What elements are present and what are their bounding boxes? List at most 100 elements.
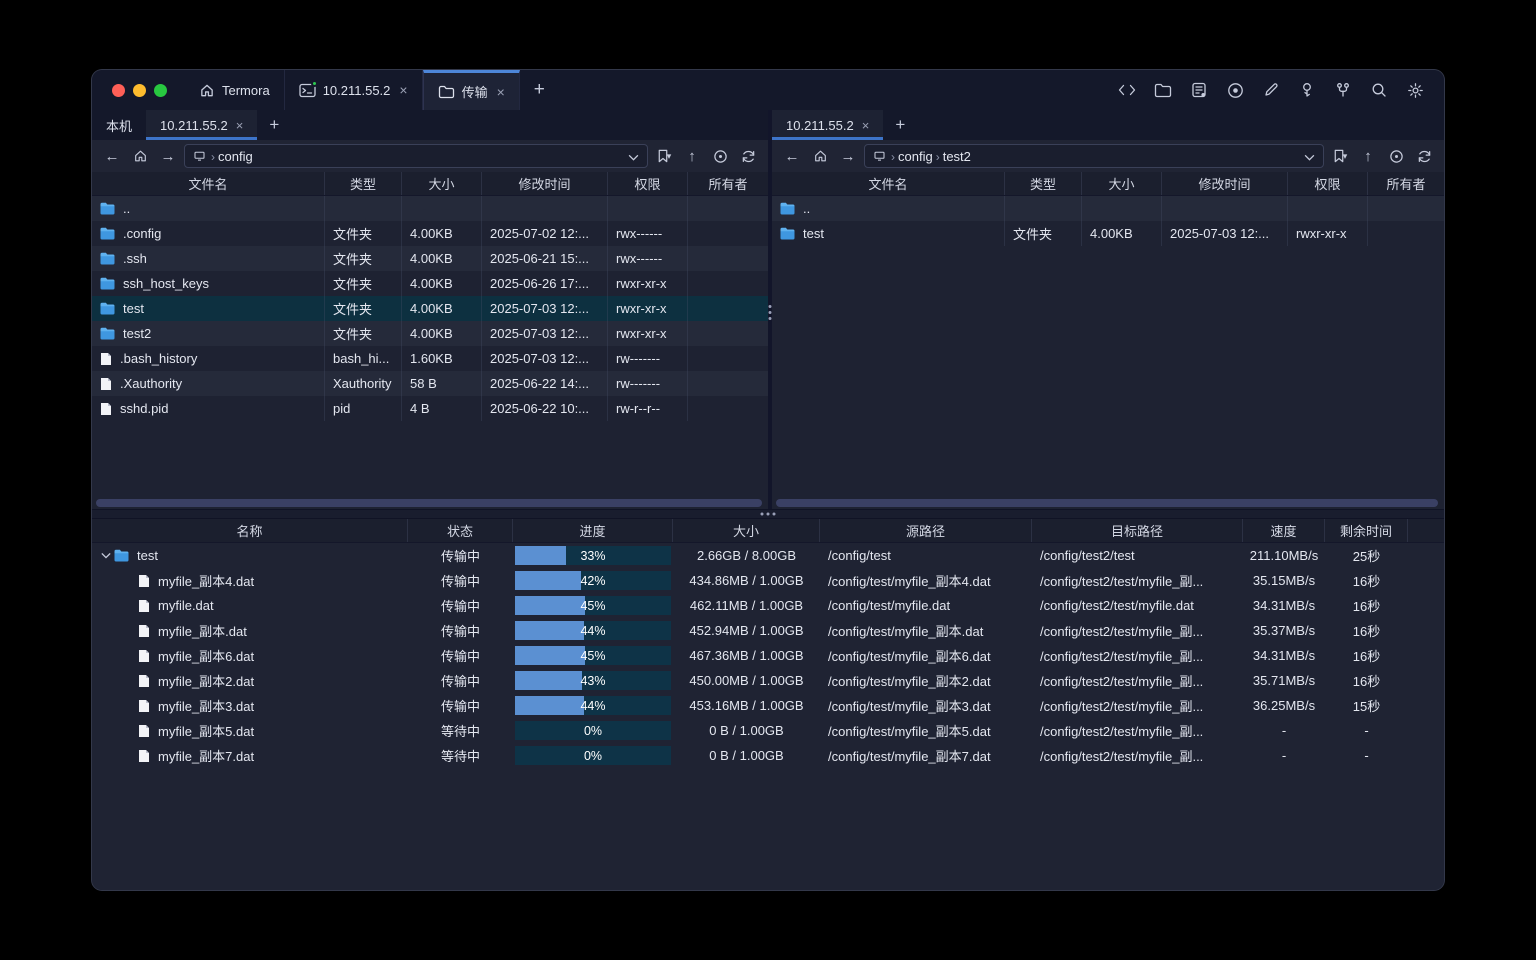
breadcrumb: ›config›test2 xyxy=(891,149,974,164)
cell-size: 58 B xyxy=(402,371,482,396)
path-segment[interactable]: config xyxy=(898,149,933,164)
transfer-row[interactable]: myfile_副本3.dat传输中44%453.16MB / 1.00GB/co… xyxy=(92,693,1444,718)
table-row[interactable]: .ssh文件夹4.00KB2025-06-21 15:...rwx------ xyxy=(92,246,768,271)
cell-name: .. xyxy=(772,196,1005,221)
hscroll-thumb[interactable] xyxy=(776,499,1438,507)
back-icon[interactable]: ← xyxy=(100,144,124,168)
table-row[interactable]: test文件夹4.00KB2025-07-03 12:...rwxr-xr-x xyxy=(92,296,768,321)
column-header-0[interactable]: 名称 xyxy=(92,519,408,542)
fork-icon[interactable] xyxy=(1330,77,1356,103)
transfer-row[interactable]: myfile_副本7.dat等待中0%0 B / 1.00GB/config/t… xyxy=(92,743,1444,768)
column-header-2[interactable]: 进度 xyxy=(513,519,673,542)
edit-icon[interactable] xyxy=(1258,77,1284,103)
show-hidden-eye-icon[interactable] xyxy=(1384,144,1408,168)
transfer-row[interactable]: myfile_副本5.dat等待中0%0 B / 1.00GB/config/t… xyxy=(92,718,1444,743)
tab-remote-right[interactable]: 10.211.55.2 × xyxy=(772,110,883,140)
notes-icon[interactable] xyxy=(1186,77,1212,103)
table-row[interactable]: .bash_historybash_hi...1.60KB2025-07-03 … xyxy=(92,346,768,371)
column-header-6[interactable]: 速度 xyxy=(1243,519,1325,542)
cell-name: .config xyxy=(92,221,325,246)
home-icon[interactable] xyxy=(128,144,152,168)
collapse-chevron-icon[interactable] xyxy=(98,552,114,559)
table-row[interactable]: .config文件夹4.00KB2025-07-02 12:...rwx----… xyxy=(92,221,768,246)
column-header-3[interactable]: 大小 xyxy=(673,519,820,542)
chevron-down-icon[interactable] xyxy=(628,149,639,164)
folder-icon[interactable] xyxy=(1150,77,1176,103)
column-header-1[interactable]: 状态 xyxy=(408,519,513,542)
tab-remote-left[interactable]: 10.211.55.2 × xyxy=(146,110,257,140)
table-row[interactable]: test文件夹4.00KB2025-07-03 12:...rwxr-xr-x xyxy=(772,221,1444,246)
transfer-row[interactable]: myfile.dat传输中45%462.11MB / 1.00GB/config… xyxy=(92,593,1444,618)
show-hidden-eye-icon[interactable] xyxy=(708,144,732,168)
bookmark-icon[interactable]: ▾ xyxy=(652,144,676,168)
close-icon[interactable]: × xyxy=(497,84,505,100)
settings-gear-icon[interactable] xyxy=(1402,77,1428,103)
new-tab-button[interactable]: + xyxy=(520,70,559,110)
refresh-icon[interactable] xyxy=(1412,144,1436,168)
bookmark-icon[interactable]: ▾ xyxy=(1328,144,1352,168)
path-segment[interactable]: test2 xyxy=(943,149,971,164)
column-header-4[interactable]: 源路径 xyxy=(820,519,1032,542)
up-directory-icon[interactable]: ↑ xyxy=(680,144,704,168)
table-row[interactable]: .. xyxy=(772,196,1444,221)
cell-type: pid xyxy=(325,396,402,421)
hscroll-thumb[interactable] xyxy=(96,499,762,507)
tab-session-10-211-55-2[interactable]: 10.211.55.2 × xyxy=(285,70,423,110)
column-header-4[interactable]: 权限 xyxy=(608,172,688,195)
table-row[interactable]: ssh_host_keys文件夹4.00KB2025-06-26 17:...r… xyxy=(92,271,768,296)
back-icon[interactable]: ← xyxy=(780,144,804,168)
transfer-splitter[interactable] xyxy=(92,509,1444,519)
tab-transfer[interactable]: 传输 × xyxy=(423,70,520,110)
column-header-1[interactable]: 类型 xyxy=(325,172,402,195)
column-header-3[interactable]: 修改时间 xyxy=(482,172,608,195)
cell-mtime: 2025-07-03 12:... xyxy=(482,296,608,321)
column-header-5[interactable]: 所有者 xyxy=(1368,172,1444,195)
new-file-tab-button[interactable]: + xyxy=(883,110,917,140)
transfer-item-name: test xyxy=(137,548,158,563)
refresh-icon[interactable] xyxy=(736,144,760,168)
code-icon[interactable] xyxy=(1114,77,1140,103)
home-icon[interactable] xyxy=(808,144,832,168)
table-row[interactable]: test2文件夹4.00KB2025-07-03 12:...rwxr-xr-x xyxy=(92,321,768,346)
up-directory-icon[interactable]: ↑ xyxy=(1356,144,1380,168)
table-row[interactable]: .. xyxy=(92,196,768,221)
column-header-3[interactable]: 修改时间 xyxy=(1162,172,1288,195)
transfer-row[interactable]: myfile_副本2.dat传输中43%450.00MB / 1.00GB/co… xyxy=(92,668,1444,693)
column-header-2[interactable]: 大小 xyxy=(1082,172,1162,195)
tab-home[interactable]: Termora xyxy=(185,70,285,110)
left-path-input[interactable]: ›config xyxy=(184,144,648,168)
forward-icon[interactable]: → xyxy=(156,144,180,168)
transfer-row[interactable]: myfile_副本.dat传输中44%452.94MB / 1.00GB/con… xyxy=(92,618,1444,643)
column-header-4[interactable]: 权限 xyxy=(1288,172,1368,195)
forward-icon[interactable]: → xyxy=(836,144,860,168)
close-icon[interactable]: × xyxy=(236,118,244,133)
path-segment[interactable]: config xyxy=(218,149,253,164)
cell-size: 462.11MB / 1.00GB xyxy=(673,593,820,618)
column-header-0[interactable]: 文件名 xyxy=(92,172,325,195)
column-header-7[interactable]: 剩余时间 xyxy=(1325,519,1408,542)
zoom-window-button[interactable] xyxy=(154,84,167,97)
right-path-input[interactable]: ›config›test2 xyxy=(864,144,1324,168)
column-header-1[interactable]: 类型 xyxy=(1005,172,1082,195)
table-row[interactable]: .XauthorityXauthority58 B2025-06-22 14:.… xyxy=(92,371,768,396)
close-window-button[interactable] xyxy=(112,84,125,97)
tab-local[interactable]: 本机 xyxy=(92,110,146,140)
key-icon[interactable] xyxy=(1294,77,1320,103)
transfer-row[interactable]: myfile_副本6.dat传输中45%467.36MB / 1.00GB/co… xyxy=(92,643,1444,668)
table-row[interactable]: sshd.pidpid4 B2025-06-22 10:...rw-r--r-- xyxy=(92,396,768,421)
record-icon[interactable] xyxy=(1222,77,1248,103)
transfer-row[interactable]: myfile_副本4.dat传输中42%434.86MB / 1.00GB/co… xyxy=(92,568,1444,593)
new-file-tab-button[interactable]: + xyxy=(257,110,291,140)
chevron-down-icon[interactable] xyxy=(1304,149,1315,164)
column-header-2[interactable]: 大小 xyxy=(402,172,482,195)
transfer-row[interactable]: test传输中33%2.66GB / 8.00GB/config/test/co… xyxy=(92,543,1444,568)
close-icon[interactable]: × xyxy=(862,118,870,133)
minimize-window-button[interactable] xyxy=(133,84,146,97)
close-icon[interactable]: × xyxy=(399,82,407,98)
column-header-5[interactable]: 目标路径 xyxy=(1032,519,1243,542)
search-icon[interactable] xyxy=(1366,77,1392,103)
folder-icon xyxy=(100,202,115,215)
cell-src: /config/test/myfile.dat xyxy=(820,593,1032,618)
column-header-0[interactable]: 文件名 xyxy=(772,172,1005,195)
column-header-5[interactable]: 所有者 xyxy=(688,172,768,195)
